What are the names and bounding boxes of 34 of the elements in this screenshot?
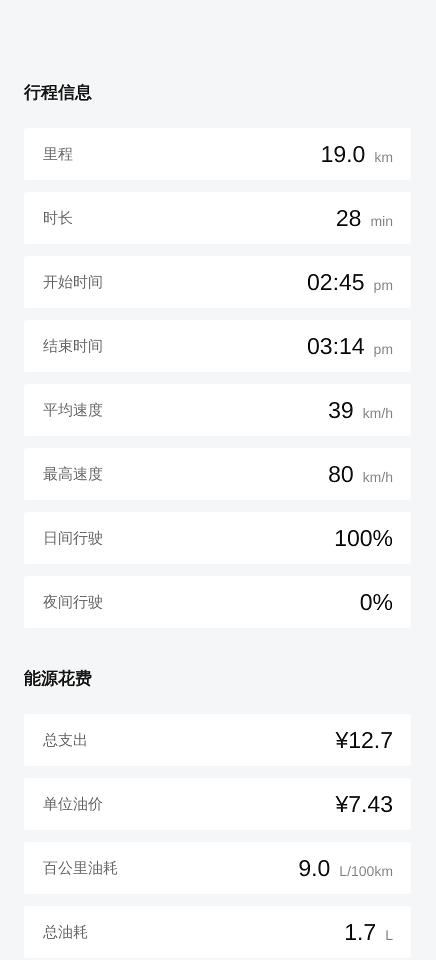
row-unit: km — [374, 148, 393, 164]
row-unit: pm — [374, 276, 393, 292]
row-value: 9.0 — [298, 854, 330, 882]
section-title: 能源花费 — [24, 668, 92, 690]
row-value: 1.7 — [344, 918, 376, 946]
row-value: ¥7.43 — [335, 790, 393, 818]
row-label: 日间行驶 — [43, 528, 103, 548]
row-label: 结束时间 — [43, 336, 103, 356]
row-label: 里程 — [43, 144, 73, 164]
row-value: 03:14 — [306, 332, 365, 360]
row-value: 0% — [360, 588, 393, 616]
row-value: 100% — [334, 524, 393, 552]
row-value: 19.0 — [320, 140, 366, 168]
row-value: ¥12.7 — [335, 726, 393, 754]
row-label: 单位油价 — [43, 794, 103, 814]
row-unit: km/h — [362, 404, 393, 420]
row-value: 80 — [328, 460, 354, 488]
row-label: 最高速度 — [43, 464, 103, 484]
row-label: 总支出 — [43, 730, 88, 750]
row-unit: min — [370, 212, 393, 228]
row-label: 开始时间 — [43, 272, 103, 292]
row-unit: L/100km — [339, 862, 393, 878]
row-label: 百公里油耗 — [43, 858, 118, 878]
row-label: 时长 — [43, 208, 73, 228]
section-title: 行程信息 — [24, 82, 92, 104]
row-value: 39 — [328, 396, 354, 424]
row-label: 夜间行驶 — [43, 592, 103, 612]
row-value: 28 — [336, 204, 362, 232]
row-label: 总油耗 — [43, 922, 88, 942]
row-unit: km/h — [362, 468, 393, 484]
row-unit: L — [385, 926, 393, 942]
row-unit: pm — [374, 340, 393, 356]
row-value: 02:45 — [306, 268, 365, 296]
row-label: 平均速度 — [43, 400, 103, 420]
